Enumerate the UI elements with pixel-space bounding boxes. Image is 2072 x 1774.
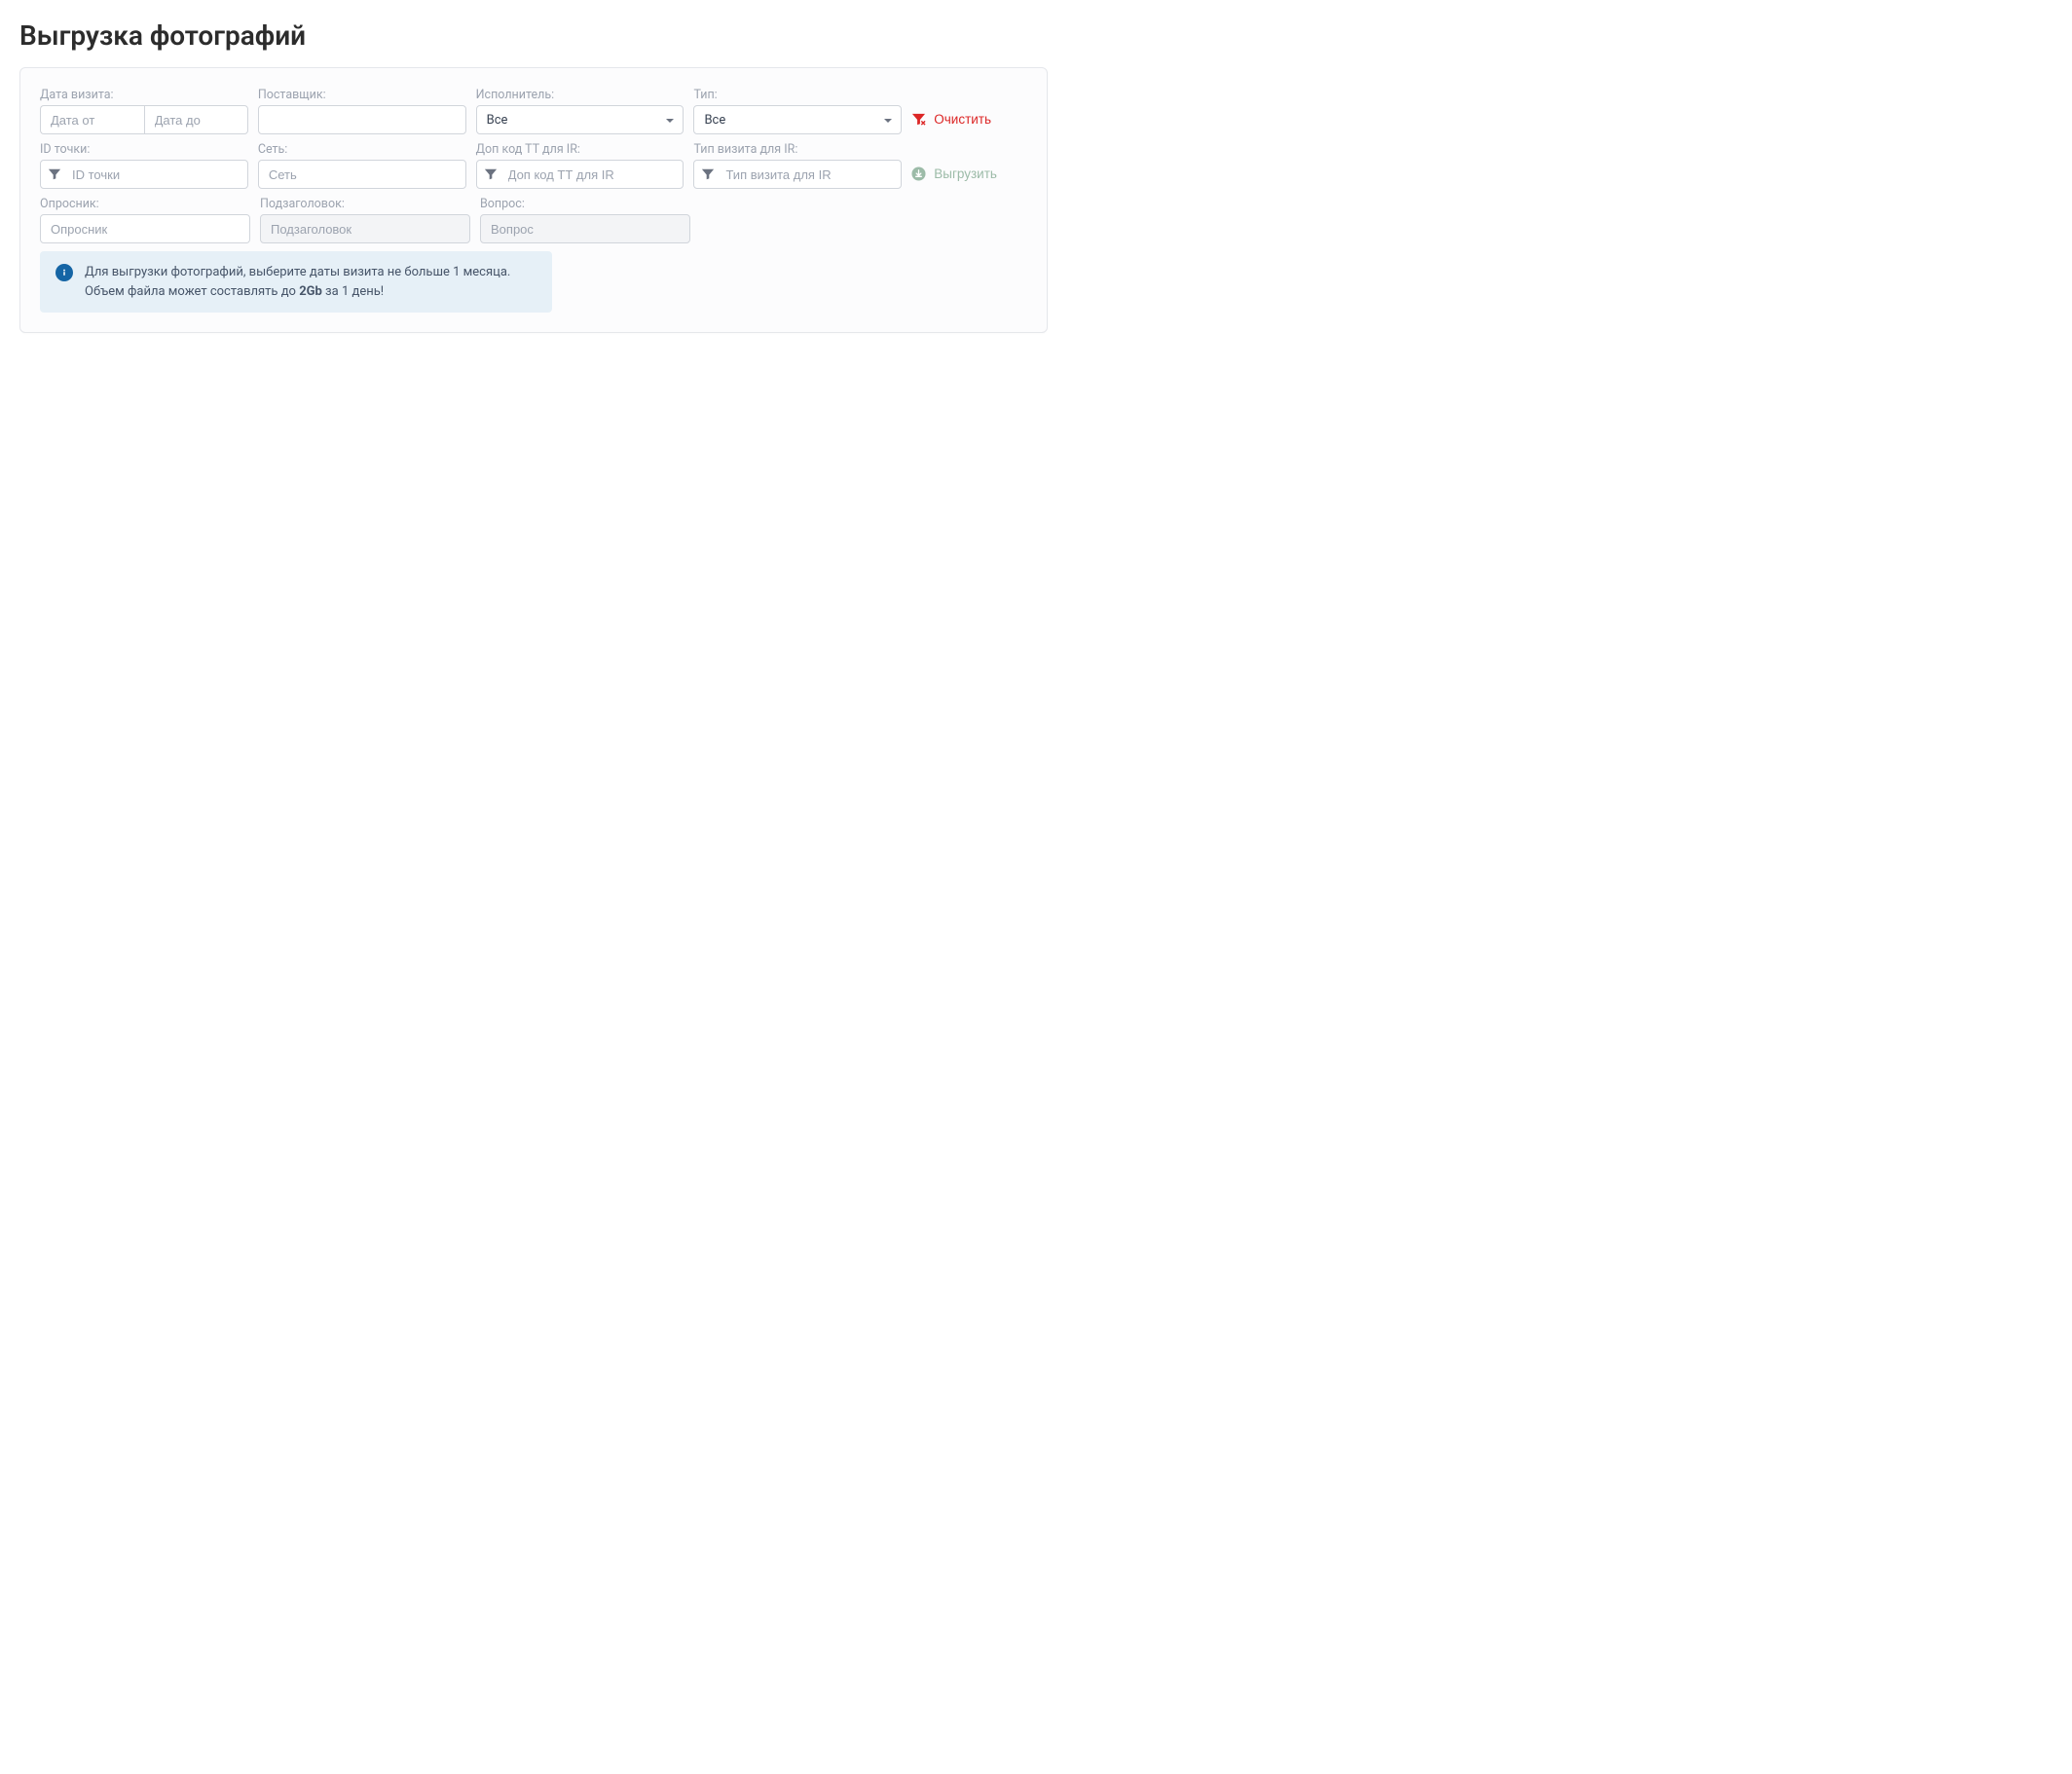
label-subtitle: Подзаголовок: bbox=[260, 197, 470, 211]
date-to-input[interactable] bbox=[144, 105, 248, 134]
filter-panel: Дата визита: Поставщик: Исполнитель: Все… bbox=[19, 67, 1048, 333]
label-ir-visit-type: Тип визита для IR: bbox=[693, 142, 902, 157]
filter-icon bbox=[48, 167, 61, 181]
label-supplier: Поставщик: bbox=[258, 88, 466, 102]
field-action-clear: Очистить bbox=[911, 104, 1027, 134]
label-ir-code: Доп код ТТ для IR: bbox=[476, 142, 684, 157]
field-network: Сеть: bbox=[258, 142, 466, 189]
label-executor: Исполнитель: bbox=[476, 88, 684, 102]
field-visit-date: Дата визита: bbox=[40, 88, 248, 134]
field-supplier: Поставщик: bbox=[258, 88, 466, 134]
info-line2-prefix: Объем файла может составлять до bbox=[85, 284, 299, 299]
label-questionnaire: Опросник: bbox=[40, 197, 250, 211]
date-range bbox=[40, 105, 248, 134]
info-box: Для выгрузки фотографий, выберите даты в… bbox=[40, 251, 552, 313]
question-input bbox=[480, 214, 690, 243]
type-value: Все bbox=[704, 113, 725, 128]
questionnaire-input[interactable] bbox=[40, 214, 250, 243]
filter-row-2: ID точки: Сеть: Доп код ТТ для IR: Тип bbox=[40, 142, 1027, 189]
field-questionnaire: Опросник: bbox=[40, 197, 250, 243]
label-network: Сеть: bbox=[258, 142, 466, 157]
info-line2-suffix: за 1 день! bbox=[322, 284, 384, 299]
label-point-id: ID точки: bbox=[40, 142, 248, 157]
filter-row-1: Дата визита: Поставщик: Исполнитель: Все… bbox=[40, 88, 1027, 134]
filter-icon bbox=[701, 167, 715, 181]
label-question: Вопрос: bbox=[480, 197, 690, 211]
label-visit-date: Дата визита: bbox=[40, 88, 248, 102]
label-type: Тип: bbox=[693, 88, 902, 102]
subtitle-input bbox=[260, 214, 470, 243]
field-action-export: Выгрузить bbox=[911, 159, 1027, 189]
field-type: Тип: Все bbox=[693, 88, 902, 134]
caret-down-icon bbox=[883, 115, 893, 125]
field-executor: Исполнитель: Все bbox=[476, 88, 684, 134]
field-point-id: ID точки: bbox=[40, 142, 248, 189]
ir-code-input[interactable] bbox=[476, 160, 684, 189]
field-ir-code: Доп код ТТ для IR: bbox=[476, 142, 684, 189]
supplier-input[interactable] bbox=[258, 105, 466, 134]
network-input[interactable] bbox=[258, 160, 466, 189]
download-icon bbox=[911, 166, 926, 181]
executor-value: Все bbox=[487, 113, 508, 128]
clear-button-label: Очистить bbox=[934, 112, 991, 127]
date-from-input[interactable] bbox=[40, 105, 144, 134]
field-ir-visit-type: Тип визита для IR: bbox=[693, 142, 902, 189]
point-id-input[interactable] bbox=[40, 160, 248, 189]
page-title: Выгрузка фотографий bbox=[19, 19, 2053, 52]
type-select[interactable]: Все bbox=[693, 105, 902, 134]
export-button[interactable]: Выгрузить bbox=[911, 159, 1027, 188]
executor-select[interactable]: Все bbox=[476, 105, 684, 134]
caret-down-icon bbox=[665, 115, 675, 125]
filter-icon bbox=[484, 167, 498, 181]
clear-button[interactable]: Очистить bbox=[911, 104, 1027, 133]
field-subtitle: Подзаголовок: bbox=[260, 197, 470, 243]
info-icon bbox=[56, 264, 73, 281]
info-line1: Для выгрузки фотографий, выберите даты в… bbox=[85, 265, 510, 279]
ir-visit-type-input[interactable] bbox=[693, 160, 902, 189]
field-question: Вопрос: bbox=[480, 197, 690, 243]
filter-row-3: Опросник: Подзаголовок: Вопрос: bbox=[40, 197, 1027, 243]
filter-clear-icon bbox=[911, 112, 926, 127]
info-size: 2Gb bbox=[299, 284, 322, 299]
info-text: Для выгрузки фотографий, выберите даты в… bbox=[85, 263, 510, 301]
export-button-label: Выгрузить bbox=[934, 166, 997, 181]
